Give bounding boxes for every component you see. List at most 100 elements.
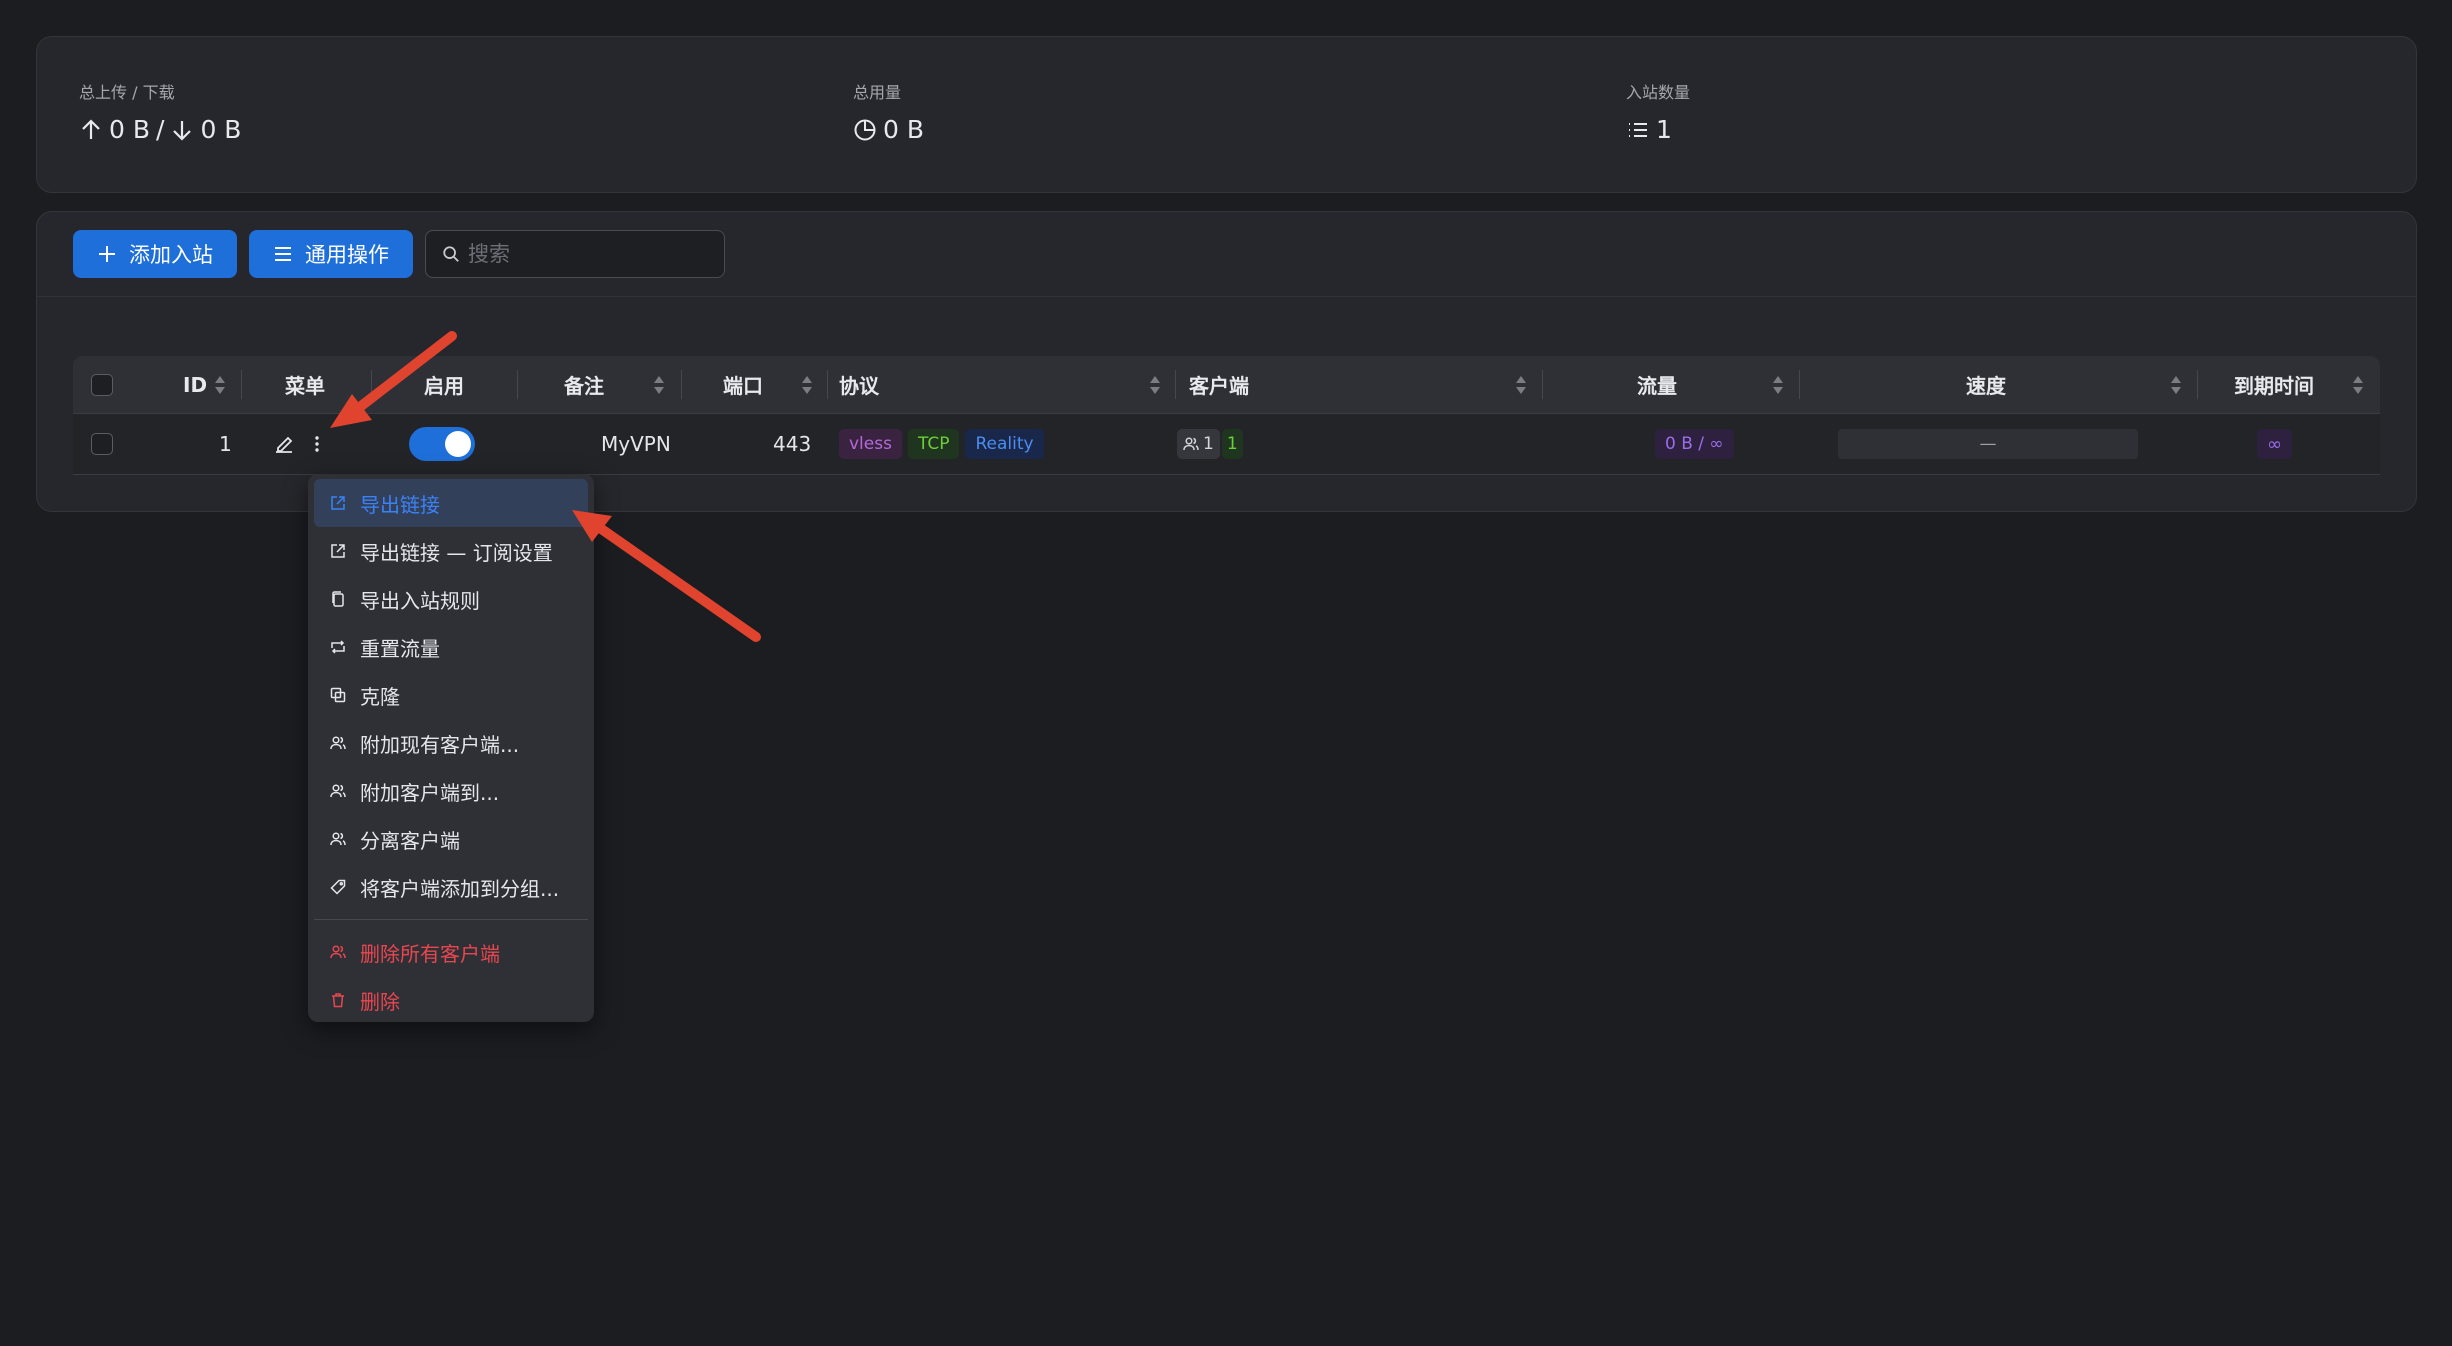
menu-item-add-clients-to-group[interactable]: 将客户端添加到分组... xyxy=(314,863,588,911)
header-enable: 启用 xyxy=(424,356,464,413)
arrow-up-icon xyxy=(82,118,100,139)
menu-item-reset-traffic[interactable]: 重置流量 xyxy=(314,623,588,671)
enable-toggle[interactable] xyxy=(409,427,475,461)
edit-icon[interactable] xyxy=(273,433,295,455)
inbounds-table: ID 菜单 启用 备注 端口 协议 客户端 流量 速度 到期时间 1 MyVPN… xyxy=(73,356,2380,475)
menu-item-label: 附加现有客户端... xyxy=(360,732,520,757)
users-icon xyxy=(330,736,346,750)
plus-icon xyxy=(99,246,115,262)
security-tag: Reality xyxy=(965,429,1044,459)
header-id[interactable]: ID xyxy=(183,356,207,413)
users-icon xyxy=(330,784,346,798)
select-all-checkbox[interactable] xyxy=(91,373,113,396)
table-row[interactable]: 1 MyVPN 443 vless TCP Reality 1 1 0 B / … xyxy=(73,413,2380,475)
sort-icon[interactable] xyxy=(801,374,813,396)
retweet-icon xyxy=(331,640,345,654)
header-clients[interactable]: 客户端 xyxy=(1189,356,1249,413)
usage-stat: 总用量 0 B xyxy=(853,79,924,144)
header-traffic-label: 流量 xyxy=(1637,374,1677,398)
row-checkbox[interactable] xyxy=(91,433,113,455)
upload-value: 0 B xyxy=(109,115,151,144)
menu-item-export-subscription[interactable]: 导出链接 — 订阅设置 xyxy=(314,527,588,575)
menu-item-label: 分离客户端 xyxy=(360,828,460,853)
tag-icon xyxy=(330,879,346,895)
users-icon xyxy=(1183,437,1199,451)
users-icon xyxy=(330,832,346,846)
header-port[interactable]: 端口 xyxy=(723,356,763,413)
column-divider xyxy=(1175,370,1176,399)
menu-divider xyxy=(314,919,588,920)
export-icon xyxy=(331,544,345,558)
traffic-value: 0 B / 0 B xyxy=(79,115,241,144)
traffic-separator: / xyxy=(156,115,165,144)
inbound-count-row: 1 xyxy=(1626,115,1690,144)
clients-count-tag[interactable]: 1 xyxy=(1177,429,1220,459)
menu-item-attach-clients-to[interactable]: 附加客户端到... xyxy=(314,767,588,815)
menu-item-export-links[interactable]: 导出链接 xyxy=(314,479,588,527)
header-expiry-label: 到期时间 xyxy=(2234,374,2314,398)
menu-item-clone[interactable]: 克隆 xyxy=(314,671,588,719)
general-actions-button[interactable]: 通用操作 xyxy=(249,230,413,278)
inbound-context-menu: 导出链接 导出链接 — 订阅设置 导出入站规则 重置流量 克隆 附加现有客户端.… xyxy=(308,474,594,1022)
column-divider xyxy=(2197,370,2198,399)
export-icon xyxy=(331,496,345,510)
add-inbound-button[interactable]: 添加入站 xyxy=(73,230,237,278)
column-divider xyxy=(371,370,372,399)
row-traffic-cell: 0 B / ∞ xyxy=(1655,414,1740,474)
pie-chart-icon xyxy=(854,119,876,140)
download-value: 0 B xyxy=(200,115,242,144)
menu-item-delete-all-clients[interactable]: 删除所有客户端 xyxy=(314,928,588,976)
list-icon xyxy=(1629,122,1647,137)
menu-item-attach-existing-clients[interactable]: 附加现有客户端... xyxy=(314,719,588,767)
column-divider xyxy=(517,370,518,399)
toggle-knob xyxy=(445,431,471,457)
usage-value-row: 0 B xyxy=(853,115,924,144)
inbound-count-value: 1 xyxy=(1656,115,1672,144)
sort-icon[interactable] xyxy=(653,374,665,396)
add-inbound-label: 添加入站 xyxy=(129,243,213,267)
sort-icon[interactable] xyxy=(214,374,226,396)
menu-item-label: 将客户端添加到分组... xyxy=(360,876,560,901)
traffic-stat: 总上传 / 下载 0 B / 0 B xyxy=(79,79,241,144)
header-remark[interactable]: 备注 xyxy=(564,356,604,413)
header-traffic[interactable]: 流量 xyxy=(1637,356,1677,413)
usage-label: 总用量 xyxy=(853,83,902,102)
header-speed[interactable]: 速度 xyxy=(1966,356,2006,413)
toolbar-divider xyxy=(37,296,2416,297)
menu-item-label: 克隆 xyxy=(360,684,400,709)
menu-item-export-inbound[interactable]: 导出入站规则 xyxy=(314,575,588,623)
menu-item-label: 删除 xyxy=(360,989,400,1014)
column-divider xyxy=(1542,370,1543,399)
header-protocol[interactable]: 协议 xyxy=(839,356,879,413)
transport-tag: TCP xyxy=(907,429,960,459)
protocol-tag: vless xyxy=(839,429,902,459)
row-select-cell xyxy=(91,414,113,474)
search-box[interactable] xyxy=(425,230,725,278)
header-expiry[interactable]: 到期时间 xyxy=(2234,356,2314,413)
stats-card: 总上传 / 下载 0 B / 0 B 总用量 0 B 入站数量 1 xyxy=(36,36,2417,193)
sort-icon[interactable] xyxy=(1772,374,1784,396)
traffic-tag: 0 B / ∞ xyxy=(1655,429,1734,459)
usage-value: 0 B xyxy=(883,115,925,144)
trash-icon xyxy=(332,993,344,1008)
row-clients-cell: 1 1 xyxy=(1177,414,1249,474)
sort-icon[interactable] xyxy=(2352,374,2364,396)
more-vertical-icon[interactable] xyxy=(313,433,321,455)
row-remark: MyVPN xyxy=(601,432,671,456)
clients-online-tag: 1 xyxy=(1221,429,1243,459)
header-menu-label: 菜单 xyxy=(285,374,325,398)
sort-icon[interactable] xyxy=(1149,374,1161,396)
menu-item-delete[interactable]: 删除 xyxy=(314,976,588,1024)
sort-icon[interactable] xyxy=(1515,374,1527,396)
sort-icon[interactable] xyxy=(2170,374,2182,396)
inbound-count-label: 入站数量 xyxy=(1626,83,1691,102)
menu-item-detach-clients[interactable]: 分离客户端 xyxy=(314,815,588,863)
search-icon xyxy=(443,246,459,262)
menu-item-label: 重置流量 xyxy=(360,636,440,661)
search-input[interactable] xyxy=(468,242,708,266)
speed-bar: — xyxy=(1838,429,2138,459)
clients-total: 1 xyxy=(1203,434,1214,454)
row-id: 1 xyxy=(219,432,232,456)
traffic-label: 总上传 / 下载 xyxy=(79,83,175,102)
inbounds-card: 添加入站 通用操作 ID 菜单 启用 备注 端口 协议 xyxy=(36,211,2417,512)
